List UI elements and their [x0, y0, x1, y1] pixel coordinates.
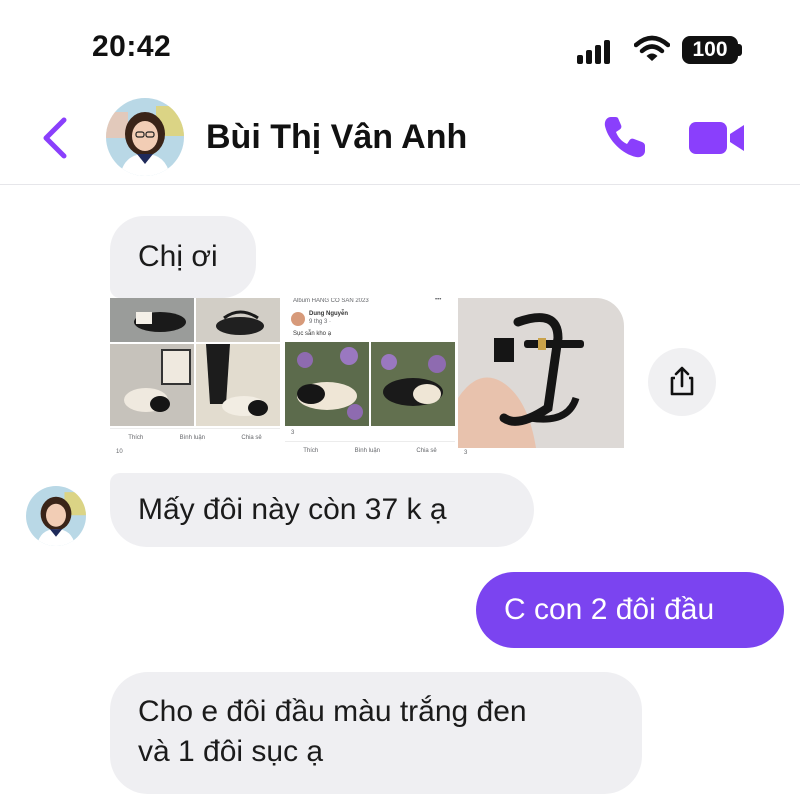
comment-label: Bình luận	[354, 448, 380, 454]
share-label: Chia sẻ	[241, 435, 262, 441]
shoe-icon	[216, 310, 264, 335]
contact-avatar[interactable]	[106, 98, 184, 176]
more-icon: •••	[435, 298, 442, 303]
like-label: Thích	[303, 448, 319, 454]
battery-icon: 100	[682, 36, 738, 64]
phone-icon[interactable]	[600, 112, 650, 162]
avatar-portrait-icon	[26, 486, 86, 546]
album-title: Album HÀNG CÓ SẴN 2023	[293, 298, 369, 304]
fb-action-bar: Thích Bình luận Chia sẻ	[285, 441, 455, 460]
contact-name[interactable]: Bùi Thị Vân Anh	[206, 118, 467, 157]
reaction-count: 3	[291, 430, 295, 436]
video-camera-icon[interactable]	[688, 116, 746, 160]
sandal-icon	[458, 313, 584, 448]
shoe-photo	[196, 344, 280, 426]
post-date: 9 thg 3 ·	[309, 319, 332, 325]
shoe-photo	[285, 342, 369, 426]
photo-card[interactable]: 3	[458, 298, 624, 462]
shoe-photo	[110, 344, 194, 426]
shoe-photo	[371, 342, 455, 426]
post-caption: Sục sẵn kho ạ	[293, 331, 332, 337]
message-text: Mấy đôi này còn 37 k ạ	[138, 493, 447, 526]
share-label: Chia sẻ	[416, 448, 437, 454]
shoe-photo	[110, 298, 194, 342]
photo-card[interactable]: Album HÀNG CÓ SẴN 2023 ••• Dung Nguyễn 9…	[285, 298, 455, 462]
battery-tip	[738, 44, 742, 56]
shoe-icon	[134, 312, 186, 332]
photo-card[interactable]: Thích Bình luận Chia sẻ 10	[110, 298, 280, 462]
message-bubble-incoming[interactable]: Chị ơi	[110, 216, 256, 298]
shoe-photo	[196, 298, 280, 342]
reaction-count: 10	[116, 449, 123, 455]
sender-avatar[interactable]	[26, 486, 86, 546]
fb-action-bar: Thích Bình luận Chia sẻ	[110, 428, 280, 447]
message-bubble-incoming[interactable]: Mấy đôi này còn 37 k ạ	[110, 473, 534, 547]
message-text: Chị ơi	[138, 240, 218, 273]
message-text-line: và 1 đôi sục ạ	[138, 735, 324, 768]
like-label: Thích	[128, 435, 144, 441]
message-bubble-incoming[interactable]: Cho e đôi đầu màu trắng đen và 1 đôi sục…	[110, 672, 642, 794]
wifi-icon	[634, 35, 670, 61]
share-button[interactable]	[648, 348, 716, 416]
shared-photos[interactable]: Thích Bình luận Chia sẻ 10 Album HÀNG CÓ…	[110, 298, 624, 462]
share-upload-icon	[670, 366, 694, 396]
avatar-portrait-icon	[106, 98, 184, 176]
message-bubble-outgoing[interactable]: C con 2 đôi đầu	[476, 572, 784, 648]
header-divider	[0, 184, 800, 185]
reaction-count: 3	[464, 450, 468, 456]
shoe-icon	[381, 354, 446, 406]
shoe-icon	[206, 344, 268, 416]
sandal-photo	[458, 298, 624, 448]
message-text-line: Cho e đôi đầu màu trắng đen	[138, 695, 527, 728]
shoe-icon	[124, 349, 191, 412]
author-avatar	[291, 312, 305, 326]
back-chevron-icon[interactable]	[40, 116, 70, 160]
author-name: Dung Nguyễn	[309, 311, 348, 317]
shoe-icon	[297, 347, 363, 420]
comment-label: Bình luận	[179, 435, 205, 441]
signal-icon	[577, 38, 615, 64]
message-text: C con 2 đôi đầu	[504, 593, 715, 626]
status-time: 20:42	[92, 30, 172, 63]
